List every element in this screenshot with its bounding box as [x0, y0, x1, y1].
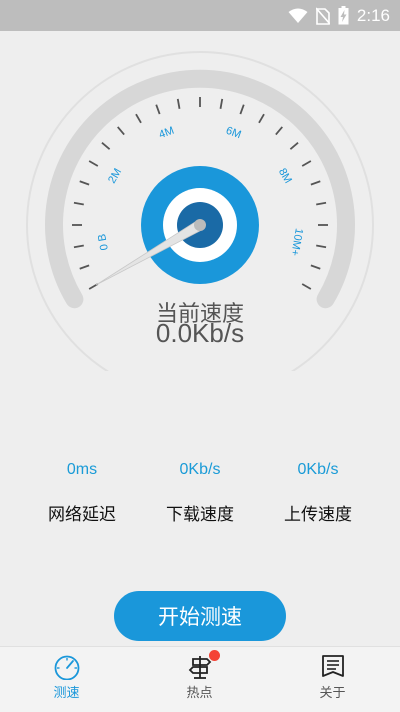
bottom-navigation: 测速 热点 关于	[0, 646, 400, 712]
stats-panel: 0ms 网络延迟 0Kb/s 下载速度 0Kb/s 上传速度	[0, 458, 400, 528]
latency-stat: 0ms 网络延迟	[27, 458, 137, 525]
tab-speed-test[interactable]: 测速	[0, 647, 133, 712]
upload-value: 0Kb/s	[297, 461, 339, 478]
battery-charging-icon	[338, 6, 349, 25]
upload-stat: 0Kb/s 上传速度	[263, 458, 373, 525]
start-test-button[interactable]: 开始测速	[114, 591, 286, 641]
latency-value: 0ms	[66, 461, 98, 478]
tab-about[interactable]: 关于	[266, 647, 399, 712]
download-label: 下载速度	[166, 505, 234, 525]
speedometer-icon	[54, 655, 79, 680]
latency-label: 网络延迟	[48, 505, 116, 525]
wifi-icon	[288, 8, 308, 23]
status-bar: 2:16	[0, 0, 400, 31]
upload-label: 上传速度	[284, 505, 352, 525]
current-speed-value: 0.0Kb/s	[155, 318, 245, 348]
document-icon	[321, 655, 344, 677]
gauge-pivot	[194, 219, 206, 231]
no-sim-icon	[315, 6, 330, 25]
tab-hotspot[interactable]: 热点	[133, 647, 266, 712]
tab-hotspot-label: 热点	[186, 686, 213, 701]
notification-badge	[209, 650, 220, 661]
download-stat: 0Kb/s 下载速度	[145, 458, 255, 525]
status-time: 2:16	[356, 5, 390, 25]
tab-about-label: 关于	[319, 686, 346, 701]
tab-speed-test-label: 测速	[53, 686, 80, 701]
download-value: 0Kb/s	[179, 461, 221, 478]
